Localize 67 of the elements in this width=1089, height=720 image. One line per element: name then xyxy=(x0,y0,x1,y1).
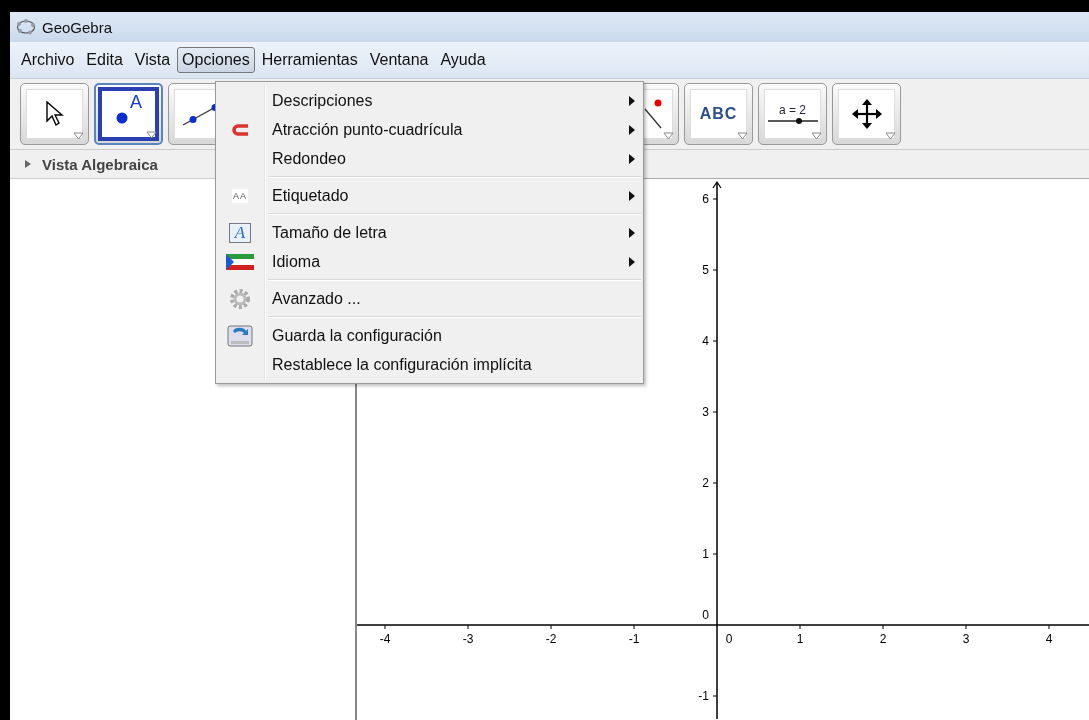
menu-entry[interactable]: A Tamaño de letra xyxy=(216,218,643,247)
font-size-icon: A xyxy=(229,222,251,243)
menu-entry[interactable]: Restablece la configuración implícita xyxy=(216,350,643,379)
menu-entry[interactable]: Descripciones xyxy=(216,86,643,115)
axis-label: 2 xyxy=(702,476,709,490)
menu-entry[interactable]: Idioma xyxy=(216,247,643,276)
axis-label: 3 xyxy=(702,405,709,419)
axis-label: 6 xyxy=(702,192,709,206)
slider-label: a = 2 xyxy=(779,103,806,117)
expand-icon[interactable] xyxy=(24,159,32,169)
save-icon xyxy=(227,324,253,347)
menu-entry[interactable]: Atracción punto-cuadrícula xyxy=(216,115,643,144)
axis-label: 1 xyxy=(796,632,804,646)
tool-button[interactable]: a = 2 xyxy=(758,83,827,145)
menu-entry[interactable]: Redondeo xyxy=(216,144,643,173)
axis-label: -4 xyxy=(379,632,391,646)
cursor-icon xyxy=(44,101,65,127)
submenu-icon xyxy=(629,95,635,106)
axis-label: 4 xyxy=(1045,632,1053,646)
menu-item[interactable]: Vista xyxy=(129,47,176,73)
slider-icon xyxy=(767,117,818,125)
gear-icon xyxy=(227,286,253,311)
submenu-icon xyxy=(629,190,635,201)
app-icon xyxy=(16,19,36,35)
dropdown-icon xyxy=(663,132,674,140)
menu-entry[interactable]: AA Etiquetado xyxy=(216,181,643,210)
axis-label: 0 xyxy=(702,608,709,622)
axis-label: -2 xyxy=(545,632,557,646)
flag-icon xyxy=(226,253,254,270)
point-label: A xyxy=(130,91,142,113)
point-icon xyxy=(115,110,129,125)
axis-label: 0 xyxy=(725,632,733,646)
axis-label: 2 xyxy=(879,632,887,646)
axis-label: 4 xyxy=(702,334,709,348)
dropdown-icon xyxy=(811,132,822,140)
menu-item[interactable]: Archivo xyxy=(16,47,80,73)
submenu-icon xyxy=(629,124,635,135)
axis-label: -1 xyxy=(698,689,709,703)
dropdown-icon xyxy=(885,132,896,140)
submenu-icon xyxy=(629,153,635,164)
menu-item[interactable]: Ayuda xyxy=(435,47,491,73)
dropdown-icon xyxy=(73,132,84,140)
menu-entry[interactable]: Avanzado ... xyxy=(216,284,643,313)
point-line-icon xyxy=(644,99,664,129)
text-tool-label: ABC xyxy=(699,105,738,123)
panel-title: Vista Algebraica xyxy=(42,155,158,173)
dropdown-icon xyxy=(146,131,157,139)
menu-item[interactable]: Ventana xyxy=(364,47,434,73)
axis-label: -3 xyxy=(462,632,474,646)
window-title: GeoGebra xyxy=(42,18,113,36)
menu-item[interactable]: Edita xyxy=(81,47,128,73)
submenu-icon xyxy=(629,256,635,267)
tool-button[interactable]: A xyxy=(94,83,163,145)
label-icon: AA xyxy=(232,188,248,203)
magnet-icon xyxy=(231,123,249,136)
tool-button[interactable]: ABC xyxy=(684,83,753,145)
tool-button[interactable] xyxy=(20,83,89,145)
axis-label: 3 xyxy=(962,632,970,646)
menu-item[interactable]: Herramientas xyxy=(256,47,363,73)
axis-label: -1 xyxy=(628,632,640,646)
axis-label: 1 xyxy=(702,547,709,561)
axis-label: 5 xyxy=(702,263,709,277)
submenu-icon xyxy=(629,227,635,238)
menu-entry[interactable]: Guarda la configuración xyxy=(216,321,643,350)
dropdown-icon xyxy=(737,132,748,140)
tool-button[interactable] xyxy=(832,83,901,145)
menu-item[interactable]: Opciones xyxy=(177,47,255,73)
